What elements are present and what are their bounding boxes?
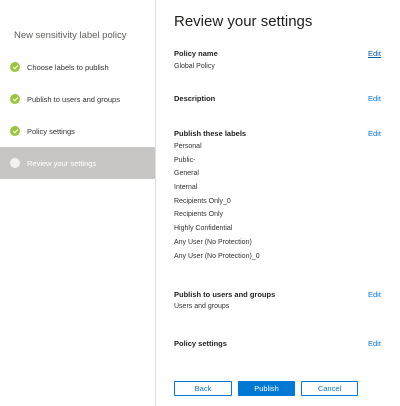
users-groups-value: Users and groups — [174, 303, 230, 310]
edit-description-link[interactable]: Edit — [368, 94, 381, 103]
current-step-icon — [10, 158, 20, 168]
step-choose-labels[interactable]: Choose labels to publish — [0, 51, 155, 83]
label-item: Highly Confidential — [174, 225, 233, 232]
edit-policy-name-link[interactable]: Edit — [368, 49, 381, 58]
edit-labels-link[interactable]: Edit — [368, 129, 381, 138]
policy-name-value: Global Policy — [174, 63, 215, 70]
policy-name-heading: Policy name — [174, 49, 218, 58]
label-item: Personal — [174, 143, 202, 150]
main-panel: Review your settings Policy name Edit Gl… — [155, 0, 400, 406]
step-label: Policy settings — [27, 126, 75, 136]
wizard-title: New sensitivity label policy — [14, 30, 127, 41]
check-icon — [10, 62, 20, 72]
step-label: Review your settings — [27, 158, 97, 168]
page-title: Review your settings — [174, 13, 313, 30]
step-label: Publish to users and groups — [27, 94, 120, 104]
label-item: Internal — [174, 184, 198, 191]
label-item: General — [174, 170, 199, 177]
cancel-button[interactable]: Cancel — [301, 381, 358, 396]
back-button[interactable]: Back — [174, 381, 232, 396]
label-item: Recipients Only — [174, 211, 224, 218]
step-policy-settings[interactable]: Policy settings — [0, 115, 155, 147]
label-item: Any User (No Protection) — [174, 239, 252, 246]
policy-settings-heading: Policy settings — [174, 339, 227, 348]
step-label: Choose labels to publish — [27, 62, 109, 72]
label-item: Recipients Only_0 — [174, 198, 231, 205]
check-icon — [10, 126, 20, 136]
edit-users-groups-link[interactable]: Edit — [368, 290, 381, 299]
description-heading: Description — [174, 94, 216, 103]
edit-policy-settings-link[interactable]: Edit — [368, 339, 381, 348]
step-publish-users[interactable]: Publish to users and groups — [0, 83, 155, 115]
publish-button[interactable]: Publish — [238, 381, 295, 396]
wizard-nav: New sensitivity label policy Choose labe… — [0, 0, 156, 406]
step-review-settings[interactable]: Review your settings — [0, 147, 155, 179]
label-item: Any User (No Protection)_0 — [174, 253, 260, 260]
labels-heading: Publish these labels — [174, 129, 247, 138]
check-icon — [10, 94, 20, 104]
users-groups-heading: Publish to users and groups — [174, 290, 276, 299]
label-item: Public- — [174, 157, 196, 164]
